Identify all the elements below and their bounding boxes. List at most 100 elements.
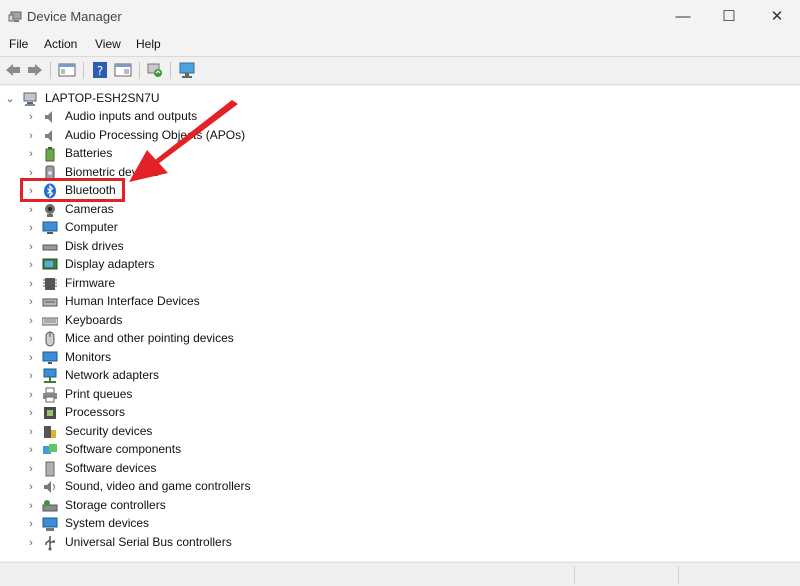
tree-item-label: Cameras <box>65 201 114 216</box>
collapse-chevron-icon[interactable]: ⌄ <box>4 90 16 108</box>
expand-chevron-icon[interactable]: › <box>25 127 37 145</box>
help-icon[interactable]: ? <box>91 61 109 79</box>
expand-chevron-icon[interactable]: › <box>25 367 37 385</box>
tree-item-software-devices[interactable]: › Software devices <box>0 460 400 478</box>
expand-chevron-icon[interactable]: › <box>25 219 37 237</box>
tree-item-label: Batteries <box>65 146 113 160</box>
tree-item-usb-controllers[interactable]: › Universal Serial Bus controllers <box>0 534 400 552</box>
status-bar <box>0 562 800 586</box>
tree-item-keyboards[interactable]: › Keyboards <box>0 312 400 330</box>
expand-chevron-icon[interactable]: › <box>25 238 37 256</box>
tree-item-system-devices[interactable]: › System devices <box>0 515 400 533</box>
tree-item-firmware[interactable]: › Firmware <box>0 275 400 293</box>
tree-item-label: Firmware <box>65 275 115 290</box>
show-hide-console-tree-icon[interactable] <box>58 61 76 79</box>
tree-item-label: Processors <box>65 405 126 419</box>
tree-item-sound-controllers[interactable]: › Sound, video and game controllers <box>0 478 400 496</box>
tree-item-hid[interactable]: › Human Interface Devices <box>0 293 400 311</box>
usb-icon <box>45 535 55 550</box>
tree-item-computer[interactable]: › Computer <box>0 219 400 237</box>
system-device-icon <box>42 517 58 531</box>
camera-icon <box>45 203 55 217</box>
tree-item-label: Universal Serial Bus controllers <box>65 534 232 549</box>
toolbar-separator <box>170 62 171 79</box>
software-device-icon <box>45 461 55 476</box>
status-divider <box>678 566 679 584</box>
tree-item-disk-drives[interactable]: › Disk drives <box>0 238 400 256</box>
back-icon[interactable] <box>4 61 22 79</box>
battery-icon <box>45 147 55 162</box>
tree-item-audio-inputs[interactable]: › Audio inputs and outputs <box>0 108 400 126</box>
menu-bar: File Action View Help <box>0 34 800 56</box>
tree-item-display-adapters[interactable]: › Display adapters <box>0 256 400 274</box>
device-manager-icon <box>8 11 22 22</box>
close-button[interactable]: ✕ <box>762 6 792 28</box>
expand-chevron-icon[interactable]: › <box>25 312 37 330</box>
tree-root-label: LAPTOP-ESH2SN7U <box>45 91 160 105</box>
expand-chevron-icon[interactable]: › <box>25 441 37 459</box>
sound-controller-icon <box>44 481 55 493</box>
expand-chevron-icon[interactable]: › <box>25 497 37 515</box>
speaker-icon <box>45 129 52 142</box>
device-tree: ⌄ LAPTOP-ESH2SN7U › Audio inputs and out… <box>0 86 800 561</box>
svg-text:?: ? <box>97 64 103 78</box>
menu-help[interactable]: Help <box>136 37 161 51</box>
expand-chevron-icon[interactable]: › <box>25 330 37 348</box>
tree-item-software-components[interactable]: › Software components <box>0 441 400 459</box>
tree-item-audio-processing[interactable]: › Audio Processing Objects (APOs) <box>0 127 400 145</box>
toolbar-separator <box>50 62 51 79</box>
expand-chevron-icon[interactable]: › <box>25 460 37 478</box>
expand-chevron-icon[interactable]: › <box>25 145 37 163</box>
security-device-icon <box>44 425 56 438</box>
title-bar: Device Manager — ☐ ✕ <box>0 0 800 33</box>
expand-chevron-icon[interactable]: › <box>25 256 37 274</box>
tree-item-label: System devices <box>65 516 150 530</box>
properties-icon[interactable] <box>114 61 132 79</box>
expand-chevron-icon[interactable]: › <box>25 108 37 126</box>
tree-item-processors[interactable]: › Processors <box>0 404 400 422</box>
menu-view[interactable]: View <box>95 37 121 51</box>
minimize-button[interactable]: — <box>668 6 698 28</box>
tree-item-network-adapters[interactable]: › Network adapters <box>0 367 400 385</box>
update-driver-icon[interactable] <box>146 61 164 79</box>
scan-hardware-icon[interactable] <box>178 61 196 79</box>
tree-item-label: Print queues <box>65 386 133 401</box>
menu-action[interactable]: Action <box>44 37 77 51</box>
storage-controller-icon <box>42 499 58 511</box>
tree-item-cameras[interactable]: › Cameras <box>0 201 400 219</box>
tree-item-label: Disk drives <box>65 238 124 253</box>
processor-icon <box>44 407 56 419</box>
forward-icon[interactable] <box>26 61 44 79</box>
tree-item-label: Software devices <box>65 460 157 475</box>
tree-item-mice[interactable]: › Mice and other pointing devices <box>0 330 400 348</box>
expand-chevron-icon[interactable]: › <box>25 423 37 441</box>
expand-chevron-icon[interactable]: › <box>25 478 37 496</box>
expand-chevron-icon[interactable]: › <box>25 293 37 311</box>
bluetooth-highlight-box <box>20 178 125 202</box>
expand-chevron-icon[interactable]: › <box>25 515 37 533</box>
menu-file[interactable]: File <box>9 37 28 51</box>
tree-item-storage-controllers[interactable]: › Storage controllers <box>0 497 400 515</box>
window-title: Device Manager <box>27 9 122 24</box>
computer-icon <box>42 221 58 234</box>
tree-item-print-queues[interactable]: › Print queues <box>0 386 400 404</box>
computer-icon <box>23 92 37 106</box>
tree-item-security-devices[interactable]: › Security devices <box>0 423 400 441</box>
expand-chevron-icon[interactable]: › <box>25 201 37 219</box>
tree-item-batteries[interactable]: › Batteries <box>0 145 400 163</box>
tree-root[interactable]: ⌄ LAPTOP-ESH2SN7U <box>0 90 400 108</box>
monitor-icon <box>42 351 58 364</box>
expand-chevron-icon[interactable]: › <box>25 349 37 367</box>
tree-item-label: Sound, video and game controllers <box>65 479 251 493</box>
network-adapter-icon <box>43 368 57 383</box>
tree-item-monitors[interactable]: › Monitors <box>0 349 400 367</box>
expand-chevron-icon[interactable]: › <box>25 404 37 422</box>
speaker-icon <box>45 111 52 123</box>
software-component-icon <box>43 444 57 454</box>
expand-chevron-icon[interactable]: › <box>25 534 37 552</box>
expand-chevron-icon[interactable]: › <box>25 275 37 293</box>
tree-item-label: Software components <box>65 442 182 456</box>
firmware-icon <box>43 277 57 290</box>
expand-chevron-icon[interactable]: › <box>25 386 37 404</box>
maximize-button[interactable]: ☐ <box>714 6 744 28</box>
